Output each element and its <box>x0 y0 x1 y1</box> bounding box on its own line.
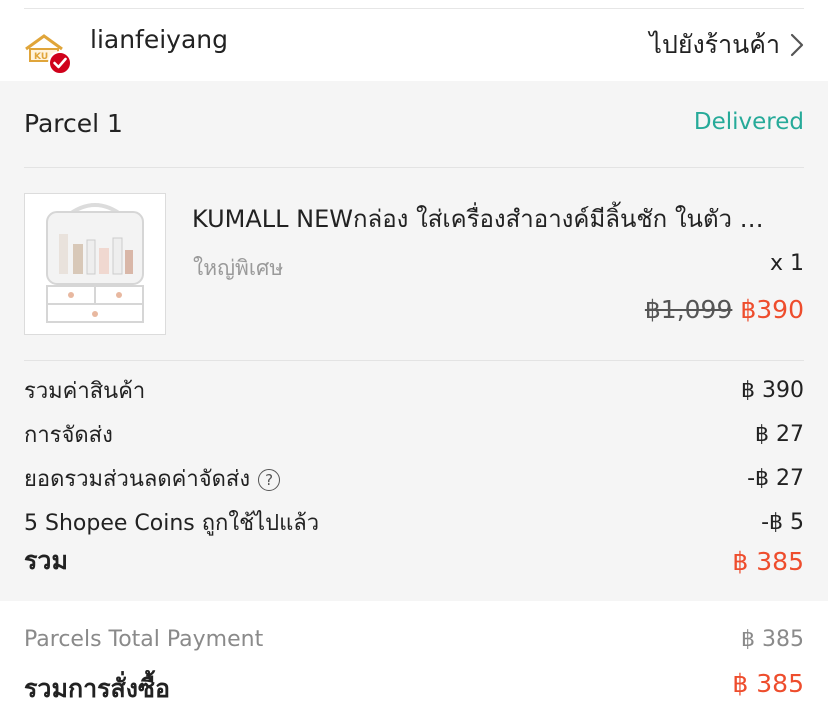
summary-total-label: รวม <box>24 546 68 575</box>
product-divider <box>24 360 804 361</box>
summary-label: 5 Shopee Coins ถูกใช้ไปแล้ว <box>24 510 320 536</box>
price-current: ฿390 <box>740 295 804 324</box>
summary-total-value: ฿ 385 <box>732 546 804 576</box>
verified-check-icon <box>48 51 72 75</box>
summary-label: การจัดส่ง <box>24 422 113 448</box>
product-variant: ใหญ่พิเศษ <box>193 256 284 280</box>
summary-row-shipping: การจัดส่ง ฿ 27 <box>24 416 804 452</box>
parcels-total-label: Parcels Total Payment <box>24 627 264 652</box>
summary-row-coins: 5 Shopee Coins ถูกใช้ไปแล้ว -฿ 5 <box>24 504 804 540</box>
order-total-value: ฿ 385 <box>732 669 804 698</box>
summary-label: รวมค่าสินค้า <box>24 378 146 404</box>
shop-logo-icon: KU <box>22 31 72 77</box>
summary-row-total: รวม ฿ 385 <box>24 543 804 579</box>
help-icon[interactable]: ? <box>258 468 281 491</box>
product-image[interactable] <box>24 193 166 335</box>
parcel-divider <box>24 167 804 168</box>
summary-label: ยอดรวมส่วนลดค่าจัดส่ง <box>24 466 251 492</box>
go-to-shop-label: ไปยังร้านค้า <box>649 30 780 59</box>
summary-value: ฿ 27 <box>755 421 804 447</box>
price-original: ฿1,099 <box>644 295 733 324</box>
svg-text:KU: KU <box>34 52 48 62</box>
summary-label-group: ยอดรวมส่วนลดค่าจัดส่ง? <box>24 461 281 496</box>
chevron-right-icon <box>790 33 804 57</box>
parcel-title: Parcel 1 <box>24 109 123 138</box>
shop-name: lianfeiyang <box>90 25 229 54</box>
summary-row-subtotal: รวมค่าสินค้า ฿ 390 <box>24 372 804 408</box>
product-name[interactable]: KUMALL NEWกล่อง ใส่เครื่องสำอางค์มีลิ้นช… <box>192 199 804 238</box>
shop-header[interactable]: KU lianfeiyang ไปยังร้านค้า <box>0 9 828 81</box>
summary-value: -฿ 27 <box>747 465 804 491</box>
summary-value: -฿ 5 <box>761 509 804 535</box>
summary-row-shipping-discount: ยอดรวมส่วนลดค่าจัดส่ง? -฿ 27 <box>24 460 804 496</box>
order-total-row: รวมการสั่งซื้อ ฿ 385 <box>24 669 804 709</box>
parcel-status: Delivered <box>693 109 804 135</box>
order-total-section: Parcels Total Payment ฿ 385 รวมการสั่งซื… <box>0 601 828 723</box>
product-prices: ฿1,099 ฿390 <box>645 295 804 324</box>
parcels-total-row: Parcels Total Payment ฿ 385 <box>24 627 804 652</box>
parcels-total-value: ฿ 385 <box>741 627 804 652</box>
summary-value: ฿ 390 <box>741 377 804 403</box>
order-total-label: รวมการสั่งซื้อ <box>24 674 170 703</box>
go-to-shop-link[interactable]: ไปยังร้านค้า <box>649 25 804 65</box>
product-quantity: x 1 <box>769 251 804 276</box>
parcel-card: Parcel 1 Delivered KUMALL NEWกล่อง ใส่เค… <box>0 81 828 601</box>
